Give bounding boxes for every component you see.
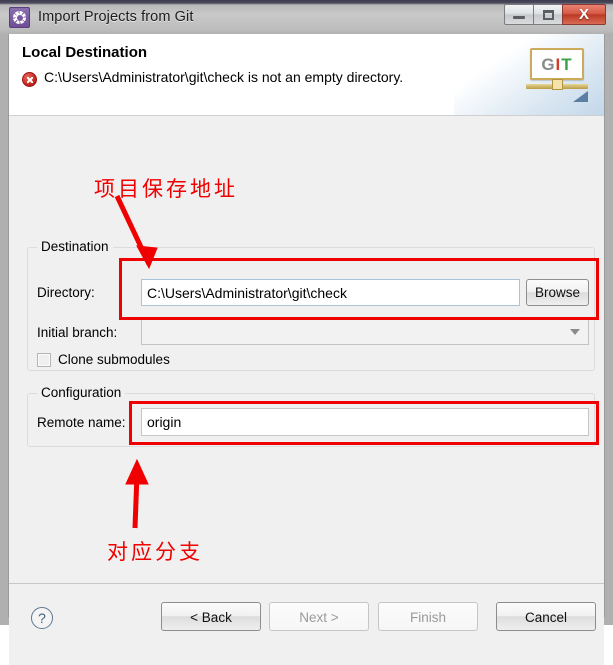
dialog-client-area: Local Destination C:\Users\Administrator… xyxy=(8,34,605,665)
git-logo-triangle xyxy=(573,91,588,102)
cancel-button-label: Cancel xyxy=(524,610,568,625)
clone-submodules-label: Clone submodules xyxy=(58,352,170,367)
browse-button[interactable]: Browse xyxy=(526,279,589,306)
back-button-label: < Back xyxy=(190,610,232,625)
git-logo-letter-g: G xyxy=(541,54,556,74)
wizard-header: Local Destination C:\Users\Administrator… xyxy=(9,34,604,116)
close-button[interactable]: X xyxy=(562,4,606,25)
remote-name-input[interactable] xyxy=(141,408,589,436)
next-button-label: Next > xyxy=(299,610,339,625)
error-message-row: C:\Users\Administrator\git\check is not … xyxy=(22,69,403,87)
clone-submodules-checkbox[interactable] xyxy=(37,352,51,367)
finish-button[interactable]: Finish xyxy=(378,602,478,631)
git-logo-knob xyxy=(552,79,563,90)
clone-submodules-row[interactable]: Clone submodules xyxy=(37,352,170,367)
initial-branch-combo[interactable] xyxy=(141,319,589,345)
annotation-bottom-text: 对应分支 xyxy=(107,540,203,564)
configuration-group-title: Configuration xyxy=(37,385,126,400)
window-title: Import Projects from Git xyxy=(38,9,194,25)
destination-group-title: Destination xyxy=(37,239,113,254)
git-logo-letter-t: T xyxy=(561,54,573,74)
remote-name-label: Remote name: xyxy=(37,415,126,430)
directory-input[interactable] xyxy=(141,279,520,306)
annotation-arrow-bottom xyxy=(125,458,149,529)
directory-label: Directory: xyxy=(37,285,95,300)
finish-button-label: Finish xyxy=(409,610,446,625)
cancel-button[interactable]: Cancel xyxy=(496,602,596,631)
minimize-button[interactable] xyxy=(504,4,533,25)
initial-branch-label: Initial branch: xyxy=(37,325,118,340)
back-button[interactable]: < Back xyxy=(161,602,261,631)
window-controls: X xyxy=(504,4,606,26)
annotation-top-text: 项目保存地址 xyxy=(94,177,238,201)
page-title: Local Destination xyxy=(22,44,148,61)
maximize-button[interactable] xyxy=(533,4,562,25)
dialog-footer: ? < Back Next > Finish Cancel xyxy=(9,583,604,665)
dialog-window: Import Projects from Git X Local Destina… xyxy=(0,0,613,665)
next-button[interactable]: Next > xyxy=(269,602,369,631)
close-icon: X xyxy=(578,6,589,23)
error-message-text: C:\Users\Administrator\git\check is not … xyxy=(44,69,404,85)
git-logo-plaque: GIT xyxy=(530,48,584,80)
gear-icon xyxy=(9,7,30,28)
title-bar: Import Projects from Git X xyxy=(0,0,613,34)
wizard-body: Destination Directory: Browse Initial br… xyxy=(9,116,604,583)
git-logo-icon: GIT xyxy=(526,48,588,102)
question-mark-icon[interactable]: ? xyxy=(31,607,53,629)
error-circle-icon xyxy=(22,72,37,87)
chevron-down-icon xyxy=(570,329,580,335)
